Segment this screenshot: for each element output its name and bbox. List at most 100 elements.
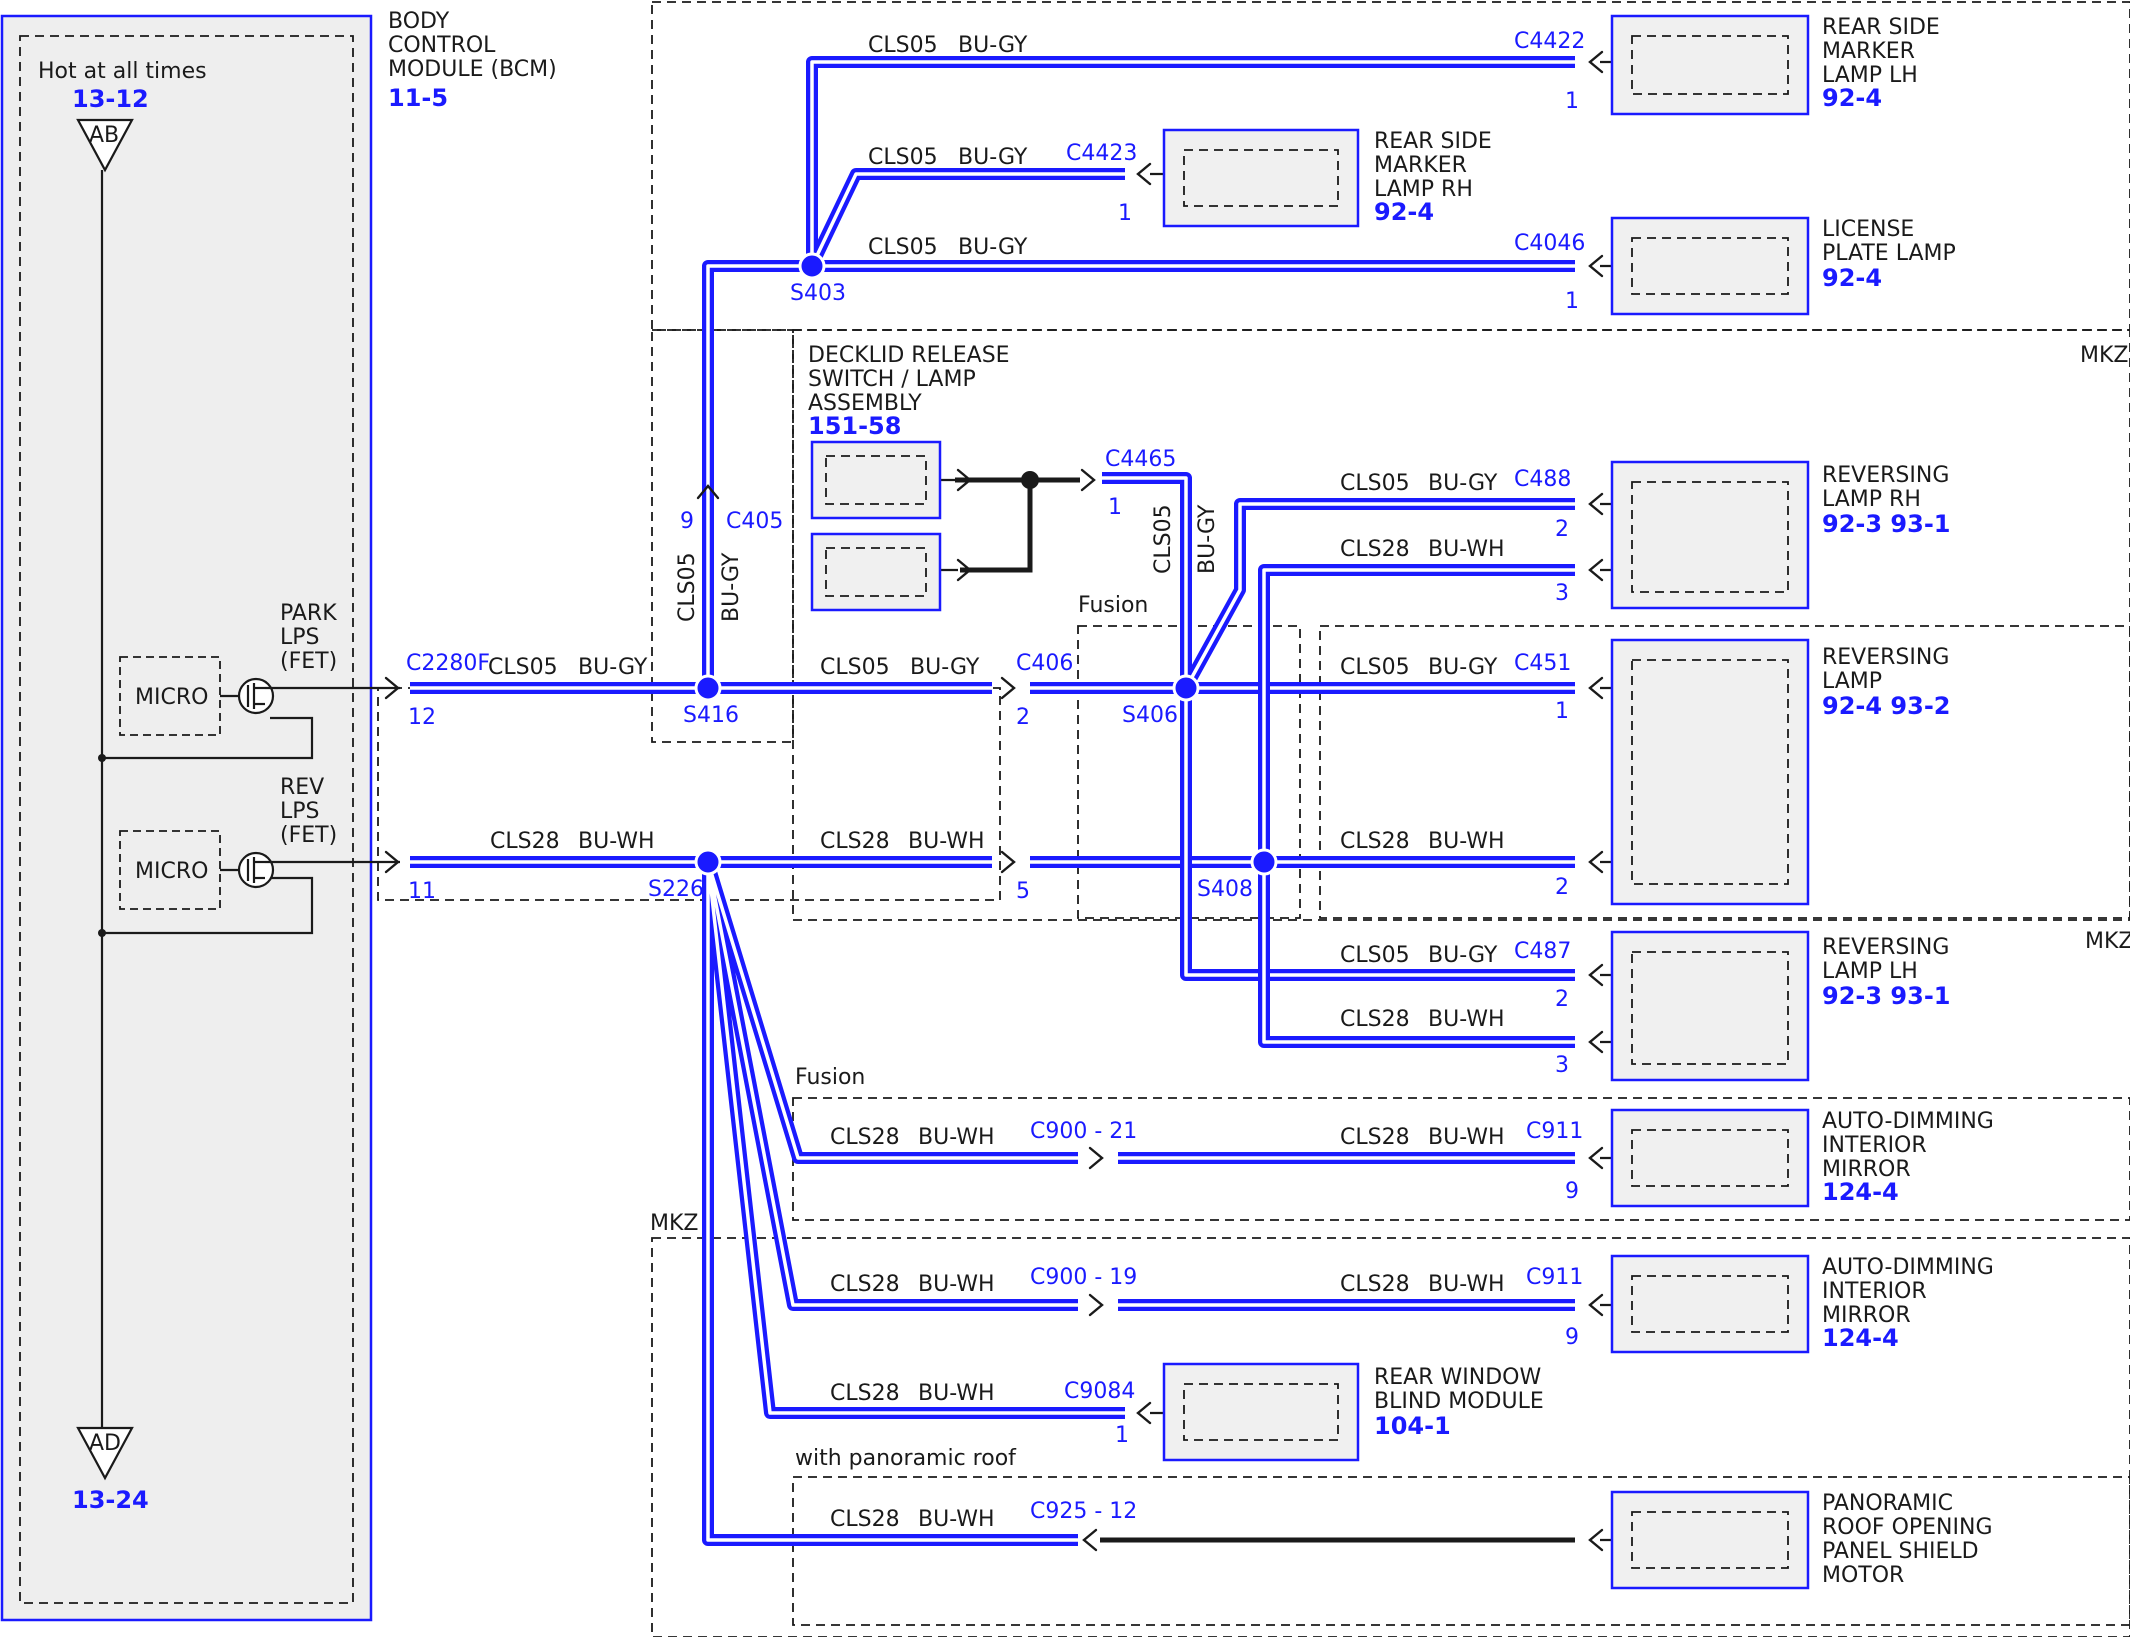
wl-c487b-cls: CLS28 bbox=[1340, 1007, 1410, 1032]
wl-c911b-col: BU-WH bbox=[1428, 1272, 1505, 1297]
mirror-a-ref[interactable]: 124-4 bbox=[1822, 1178, 1899, 1206]
wl-main-cls28: CLS28 bbox=[490, 829, 560, 854]
park-lps-line1: PARK bbox=[280, 601, 337, 626]
park-lps-line2: LPS bbox=[280, 625, 320, 650]
reversing-lamp-rh[interactable] bbox=[1610, 460, 1810, 610]
wl-main-buwh: BU-WH bbox=[578, 829, 655, 854]
c451-pin-1: 1 bbox=[1555, 699, 1569, 724]
rear-window-blind-module[interactable] bbox=[1162, 1362, 1360, 1462]
wl-c911a-col: BU-WH bbox=[1428, 1125, 1505, 1150]
c9084-pin: 1 bbox=[1115, 1423, 1129, 1448]
rsml-lh-line2: MARKER bbox=[1822, 39, 1915, 64]
mirror-a-line2: INTERIOR bbox=[1822, 1133, 1927, 1158]
bcm-title-1: BODY bbox=[388, 9, 450, 34]
rev-rh-ref[interactable]: 92-3 93-1 bbox=[1822, 510, 1950, 538]
rsml-lh-ref[interactable]: 92-4 bbox=[1822, 84, 1882, 112]
park-lps-line3: (FET) bbox=[280, 649, 337, 674]
wl-main-bugy: BU-GY bbox=[578, 655, 648, 680]
splice-s226[interactable] bbox=[694, 848, 722, 876]
rear-side-marker-rh[interactable] bbox=[1162, 128, 1360, 228]
wl-vert-cls05: CLS05 bbox=[675, 552, 700, 622]
blind-ref[interactable]: 104-1 bbox=[1374, 1412, 1451, 1440]
c406-label: C406 bbox=[1016, 651, 1073, 676]
c406-pin-2: 2 bbox=[1016, 705, 1030, 730]
rev-lps-line3: (FET) bbox=[280, 823, 337, 848]
bcm-ref[interactable]: 11-5 bbox=[388, 84, 448, 112]
pano-line4: MOTOR bbox=[1822, 1563, 1904, 1588]
wiring-diagram: MKZ MKZ MKZ Fusion Fusion with panoramic… bbox=[0, 0, 2130, 1637]
rsml-rh-line2: MARKER bbox=[1374, 153, 1467, 178]
wl-c451b-col: BU-WH bbox=[1428, 829, 1505, 854]
splice-s403[interactable] bbox=[798, 252, 826, 280]
reversing-lamp[interactable] bbox=[1610, 638, 1810, 906]
zone-label-mkz-mid: MKZ bbox=[2085, 929, 2130, 954]
wl-c9084-col: BU-WH bbox=[918, 1381, 995, 1406]
wl-c4423-cls: CLS05 bbox=[868, 145, 938, 170]
zone-label-fusion-mid: Fusion bbox=[1078, 593, 1148, 618]
license-plate-lamp[interactable] bbox=[1610, 216, 1810, 316]
mirror-b-line1: AUTO-DIMMING bbox=[1822, 1255, 1994, 1280]
rev-rh-line2: LAMP RH bbox=[1822, 487, 1921, 512]
c4046-pin: 1 bbox=[1565, 289, 1579, 314]
rev-lamp-line2: LAMP bbox=[1822, 669, 1882, 694]
c4423-pin: 1 bbox=[1118, 201, 1132, 226]
decklid-lamp-box[interactable] bbox=[810, 532, 942, 612]
connector-stubs bbox=[940, 60, 1620, 1542]
wl-c488a-col: BU-GY bbox=[1428, 471, 1498, 496]
wl-c4422-cls: CLS05 bbox=[868, 33, 938, 58]
hot-ref[interactable]: 13-12 bbox=[72, 85, 149, 113]
panoramic-roof-motor[interactable] bbox=[1610, 1490, 1810, 1590]
wl-c488b-col: BU-WH bbox=[1428, 537, 1505, 562]
c451-pin-2: 2 bbox=[1555, 875, 1569, 900]
s226-label: S226 bbox=[648, 877, 704, 902]
c405-pin: 9 bbox=[680, 509, 694, 534]
wl-c487b-col: BU-WH bbox=[1428, 1007, 1505, 1032]
blind-line2: BLIND MODULE bbox=[1374, 1389, 1544, 1414]
wl-c900-21-col: BU-WH bbox=[918, 1125, 995, 1150]
decklid-switch-box[interactable] bbox=[810, 440, 942, 520]
zone-label-fusion-low: Fusion bbox=[795, 1065, 865, 1090]
rev-lps-line2: LPS bbox=[280, 799, 320, 824]
wl-c9084-cls: CLS28 bbox=[830, 1381, 900, 1406]
s408-label: S408 bbox=[1197, 877, 1253, 902]
wl-c488b-cls: CLS28 bbox=[1340, 537, 1410, 562]
c488-pin-2: 2 bbox=[1555, 517, 1569, 542]
pano-line2: ROOF OPENING bbox=[1822, 1515, 1993, 1540]
rsml-rh-ref[interactable]: 92-4 bbox=[1374, 198, 1434, 226]
splice-s416[interactable] bbox=[694, 674, 722, 702]
mirror-b-line2: INTERIOR bbox=[1822, 1279, 1927, 1304]
wl-c911b-cls: CLS28 bbox=[1340, 1272, 1410, 1297]
c2280f-pin-12: 12 bbox=[408, 705, 436, 730]
splice-s408[interactable] bbox=[1250, 848, 1278, 876]
wl-c406-bugy: BU-GY bbox=[910, 655, 980, 680]
wl-main-cls05: CLS05 bbox=[488, 655, 558, 680]
rev-lps-line1: REV bbox=[280, 775, 324, 800]
c9084-label: C9084 bbox=[1064, 1379, 1135, 1404]
license-ref[interactable]: 92-4 bbox=[1822, 264, 1882, 292]
auto-dimming-mirror-fusion[interactable] bbox=[1610, 1108, 1810, 1208]
wl-s406-cls05: CLS05 bbox=[1151, 504, 1176, 574]
splice-s406[interactable] bbox=[1172, 674, 1200, 702]
diagram-svg: MKZ MKZ MKZ Fusion Fusion with panoramic… bbox=[0, 1, 2130, 1637]
svg-text:AB: AB bbox=[89, 123, 119, 148]
c2280f-pin-11: 11 bbox=[408, 879, 436, 904]
rev-lamp-ref[interactable]: 92-4 93-2 bbox=[1822, 692, 1950, 720]
c911a-pin: 9 bbox=[1565, 1179, 1579, 1204]
s406-label: S406 bbox=[1122, 703, 1178, 728]
mirror-b-ref[interactable]: 124-4 bbox=[1822, 1324, 1899, 1352]
decklid-line2: SWITCH / LAMP bbox=[808, 367, 976, 392]
bottom-ref[interactable]: 13-24 bbox=[72, 1486, 149, 1514]
wl-c900-21-cls: CLS28 bbox=[830, 1125, 900, 1150]
auto-dimming-mirror-mkz[interactable] bbox=[1610, 1254, 1810, 1354]
wl-c925-cls: CLS28 bbox=[830, 1507, 900, 1532]
rear-side-marker-lh[interactable] bbox=[1610, 14, 1810, 116]
bcm-title-2: CONTROL bbox=[388, 33, 496, 58]
rev-lh-ref[interactable]: 92-3 93-1 bbox=[1822, 982, 1950, 1010]
wl-c4046-col: BU-GY bbox=[958, 235, 1028, 260]
s403-label: S403 bbox=[790, 281, 846, 306]
reversing-lamp-lh[interactable] bbox=[1610, 930, 1810, 1082]
c4423-label: C4423 bbox=[1066, 141, 1137, 166]
wl-c4422-col: BU-GY bbox=[958, 33, 1028, 58]
decklid-ref[interactable]: 151-58 bbox=[808, 412, 901, 440]
rev-lh-line1: REVERSING bbox=[1822, 935, 1949, 960]
